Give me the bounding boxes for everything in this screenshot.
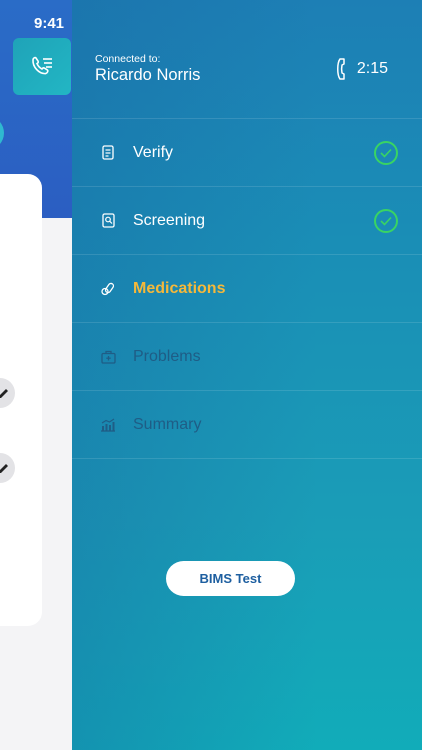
menu-item-problems[interactable]: Problems <box>72 322 422 390</box>
call-timer: 2:15 <box>336 58 388 80</box>
menu-item-label: Medications <box>133 279 226 297</box>
document-icon <box>100 145 116 161</box>
pencil-icon <box>0 464 8 473</box>
pills-icon <box>100 281 116 297</box>
screening-icon <box>100 213 116 229</box>
menu-item-label: Verify <box>133 143 174 161</box>
check-icon <box>374 140 398 165</box>
pencil-icon <box>0 389 8 398</box>
menu-item-label: Summary <box>133 415 202 433</box>
menu-item-medications[interactable]: Medications <box>72 254 422 322</box>
menu-item-verify[interactable]: Verify <box>72 118 422 186</box>
menu-item-label: Screening <box>133 211 206 229</box>
check-icon <box>374 208 398 233</box>
workflow-menu: Verify Screening Medications Problems Su… <box>72 118 422 459</box>
call-menu-button[interactable] <box>13 38 71 95</box>
menu-item-summary[interactable]: Summary <box>72 390 422 459</box>
chart-icon <box>100 417 116 433</box>
medical-bag-icon <box>100 349 116 365</box>
connected-name: Ricardo Norris <box>95 66 201 84</box>
phone-list-icon <box>32 56 52 74</box>
connected-label: Connected to: <box>95 53 161 65</box>
status-time: 9:41 <box>34 15 65 32</box>
navigation-drawer: Connected to: Ricardo Norris 2:15 Verify <box>72 0 422 750</box>
phone-icon <box>336 58 345 80</box>
menu-item-screening[interactable]: Screening <box>72 186 422 254</box>
menu-item-label: Problems <box>133 347 201 365</box>
bims-test-button[interactable]: BIMS Test <box>166 561 295 596</box>
call-duration: 2:15 <box>356 60 388 77</box>
